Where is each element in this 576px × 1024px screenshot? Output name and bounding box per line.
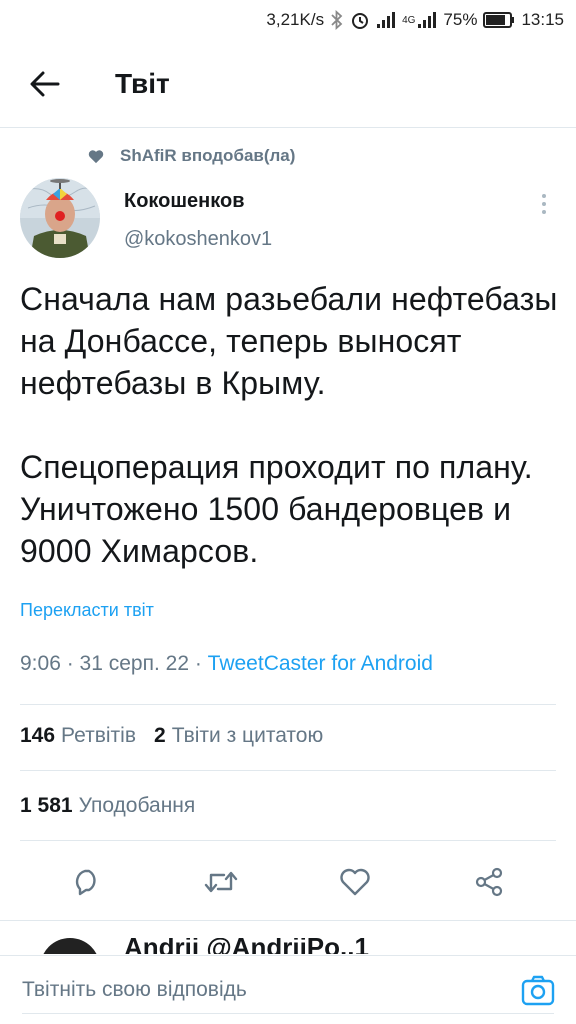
social-context[interactable]: ShAfiR вподобав(ла) [88,146,295,166]
reply-button[interactable] [65,860,109,904]
retweets-count: 146 [20,724,56,747]
arrow-left-icon [30,71,60,96]
camera-icon [521,975,555,1006]
reply-avatar [40,938,100,954]
camera-button[interactable] [520,972,556,1008]
quotes-label: Твіти з цитатою [171,724,324,747]
divider [20,704,556,705]
meta-separator: · [60,652,80,675]
quotes-stat[interactable]: 2 Твіти з цитатою [154,724,323,748]
divider [20,770,556,771]
tweet-source-link[interactable]: TweetCaster for Android [208,652,433,675]
more-vertical-icon [542,194,546,214]
likes-stat[interactable]: 1 581 Уподобання [20,794,195,818]
page-title: Твіт [115,67,170,99]
alarm-icon [350,10,370,30]
reply-input[interactable] [22,978,482,1002]
more-options-button[interactable] [530,190,558,218]
battery-icon [483,12,515,28]
meta-separator: · [189,652,208,675]
clock: 13:15 [521,10,564,29]
retweet-stats: 146 Ретвітів 2 Твіти з цитатою [20,724,323,748]
retweet-icon [204,871,238,893]
net-speed: 3,21K/s [266,10,325,29]
translate-tweet-link[interactable]: Перекласти твіт [20,600,154,621]
quotes-count: 2 [154,724,166,747]
author-name[interactable]: Кокошенков [124,190,245,213]
status-bar: 3,21K/s 4G 75% 13:15 [0,0,576,40]
back-button[interactable] [15,54,75,114]
share-button[interactable] [467,860,511,904]
tweet-time: 9:06 [20,652,61,675]
signal-4g-icon: 4G [402,11,437,29]
reply-icon [75,869,96,896]
likes-label: Уподобання [78,794,196,817]
signal-icon [376,11,396,29]
tweet-meta: 9:06 · 31 серп. 22 · TweetCaster for And… [20,652,433,676]
like-button[interactable] [333,860,377,904]
heart-filled-icon [88,149,104,163]
reply-author: Andrii @AndriiPo..1 [124,938,369,954]
social-context-label: ShAfiR вподобав(ла) [120,146,296,165]
reply-composer [0,955,576,1024]
bluetooth-icon [330,10,344,30]
retweets-stat[interactable]: 146 Ретвітів [20,724,136,748]
tweet-text: Сначала нам разьебали нефтебазы на Донба… [20,281,558,569]
retweet-button[interactable] [199,860,243,904]
like-stats: 1 581 Уподобання [20,794,195,818]
tweet-date: 31 серп. 22 [79,652,189,675]
battery-percent: 75% [443,10,478,29]
divider [20,840,556,841]
tweet-actions [0,852,576,912]
author-handle[interactable]: @kokoshenkov1 [124,228,272,251]
share-icon [475,867,503,897]
network-type-label: 4G [402,14,416,26]
likes-count: 1 581 [20,794,73,817]
composer-underline [22,1013,554,1014]
like-icon [340,868,370,896]
top-bar: Твіт [0,40,576,128]
reply-peek[interactable]: Andrii @AndriiPo..1 [0,938,576,954]
avatar[interactable] [20,178,100,258]
divider [0,920,576,921]
retweets-label: Ретвітів [61,724,136,747]
